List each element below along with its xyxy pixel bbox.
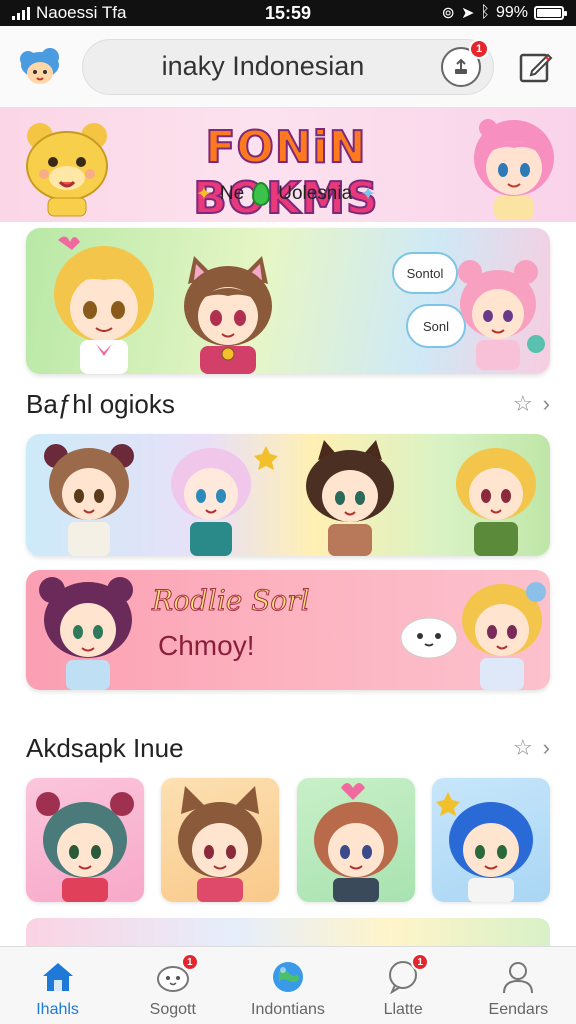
- hero-subtitle-right: Uolesnia: [278, 183, 353, 204]
- alarm-icon: ⊚: [441, 5, 455, 22]
- character-tile-3[interactable]: [296, 778, 415, 902]
- tab-profile[interactable]: Eendars: [463, 959, 573, 1019]
- hero-title-part-1: FONiN: [204, 121, 367, 174]
- hero-subtitle-left: Ne: [219, 183, 245, 204]
- brown-cat-girl-icon: [178, 786, 263, 902]
- ghost-cloud-icon: [400, 617, 458, 659]
- star-icon: ✦: [196, 183, 212, 205]
- promo-title: Rodlie Sorl: [152, 584, 311, 618]
- blonde-girl-icon: [462, 582, 546, 690]
- edit-button[interactable]: [512, 43, 560, 91]
- speech-bubble-1: Sontol: [392, 252, 458, 294]
- upload-badge: 1: [469, 38, 489, 59]
- home-icon: [40, 959, 76, 995]
- mascot-icon: 1: [155, 953, 199, 995]
- hero-subtitle: ✦ Ne Uolesnia ✦: [196, 182, 376, 206]
- section-title-2: Akdsapk Inue: [26, 732, 184, 763]
- tab-mascot-label: Sogott: [149, 1001, 196, 1018]
- status-left: Naoessi Tfa: [12, 3, 126, 23]
- tab-home[interactable]: Ihahls: [3, 959, 113, 1019]
- tab-profile-label: Eendars: [488, 1001, 549, 1018]
- signal-icon: [12, 6, 30, 20]
- section-actions-2: ☆ ›: [513, 735, 550, 761]
- chevron-right-icon[interactable]: ›: [543, 735, 550, 761]
- section-header-1: Baƒhl ogioks ☆ ›: [26, 384, 550, 424]
- chat-icon: 1: [385, 953, 430, 995]
- pink-hair-girl-icon: [474, 119, 554, 220]
- section-title-1: Baƒhl ogioks: [26, 388, 175, 419]
- character-tile-1[interactable]: [26, 778, 144, 902]
- featured-card[interactable]: Sontol Sonl: [26, 228, 550, 374]
- content-scroll[interactable]: FONiN BOKMS ✦ Ne Uolesnia ✦ Sontol Sonl …: [0, 108, 576, 946]
- profile-icon: [500, 959, 536, 995]
- balloon-icon: [252, 182, 271, 206]
- edit-icon: [519, 53, 553, 82]
- promo-card[interactable]: Rodlie Sorl Chmoy!: [26, 570, 550, 690]
- hero-banner[interactable]: FONiN BOKMS ✦ Ne Uolesnia ✦: [0, 108, 576, 222]
- promo-subtitle: Chmoy!: [158, 630, 255, 661]
- teal-hair-girl-icon: [36, 792, 134, 902]
- character-tile-4[interactable]: [431, 778, 550, 902]
- blonde-boy-icon: [54, 236, 154, 374]
- chevron-right-icon[interactable]: ›: [543, 391, 550, 417]
- top-bar: 1: [0, 26, 576, 108]
- tab-home-label: Ihahls: [36, 1001, 79, 1018]
- tab-indonesian-label: Indontians: [251, 1001, 325, 1018]
- character-grid: [26, 778, 550, 902]
- tab-mascot[interactable]: 1 Sogott: [118, 953, 228, 1019]
- search-input[interactable]: [113, 51, 413, 82]
- section-actions-1: ☆ ›: [513, 391, 550, 417]
- character-strip-card[interactable]: [26, 434, 550, 556]
- sparkle-icon: ✦: [360, 183, 377, 205]
- tab-mascot-badge: 1: [180, 953, 199, 971]
- status-bar: Naoessi Tfa 15:59 ⊚ ➤ ᛒ 99%: [0, 0, 576, 26]
- upload-icon: [455, 58, 467, 74]
- tab-chat-label: Llatte: [383, 1001, 423, 1018]
- favorite-star-icon[interactable]: ☆: [513, 735, 533, 761]
- globe-icon: [270, 959, 306, 995]
- battery-fill: [537, 9, 561, 17]
- pink-bunny-girl-icon: [458, 260, 545, 370]
- battery-percent: 99%: [495, 4, 528, 21]
- purple-hair-girl-icon: [39, 577, 133, 690]
- hero-title: FONiN BOKMS: [136, 121, 436, 222]
- carrier-name: Naoessi Tfa: [36, 3, 127, 22]
- battery-icon: [534, 6, 567, 20]
- bear-mascot-icon: [26, 123, 108, 217]
- auburn-hair-girl-icon: [313, 783, 398, 902]
- status-right: ⊚ ➤ ᛒ 99%: [441, 3, 567, 23]
- tab-indonesian[interactable]: Indontians: [233, 959, 343, 1019]
- next-row-preview[interactable]: [26, 918, 550, 946]
- bluetooth-icon: ᛒ: [480, 4, 490, 21]
- status-time: 15:59: [264, 2, 312, 23]
- search-bar[interactable]: 1: [82, 38, 494, 95]
- cat-ear-girl-icon: [184, 256, 272, 374]
- favorite-star-icon[interactable]: ☆: [513, 391, 533, 417]
- tab-chat-badge: 1: [411, 953, 430, 971]
- character-group-illustration: [44, 440, 536, 556]
- tab-bar: Ihahls 1 Sogott Indontians 1 Llatte Eend…: [0, 946, 576, 1024]
- upload-button[interactable]: 1: [441, 38, 489, 87]
- section-header-2: Akdsapk Inue ☆ ›: [26, 728, 550, 768]
- tab-chat[interactable]: 1 Llatte: [348, 953, 458, 1019]
- cloud-mascot-icon[interactable]: [16, 43, 64, 91]
- location-icon: ➤: [460, 5, 475, 22]
- blue-hair-girl-icon: [435, 792, 533, 902]
- character-tile-2[interactable]: [161, 778, 280, 902]
